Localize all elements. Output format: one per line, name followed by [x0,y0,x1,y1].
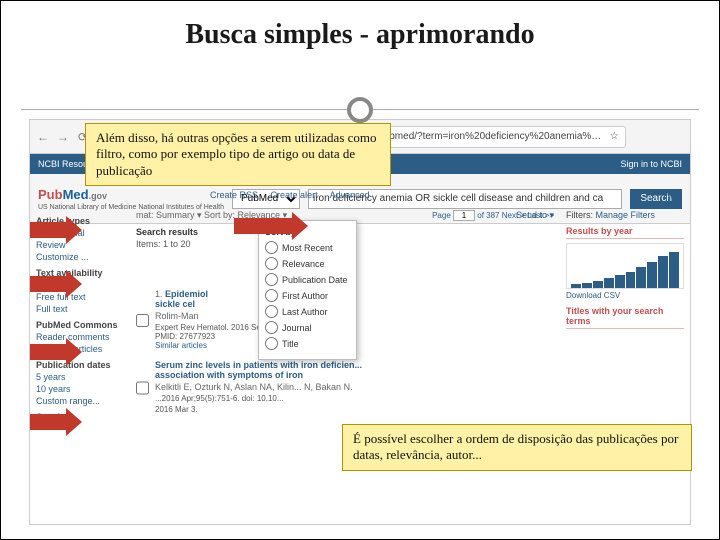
logo-med: Med [63,187,89,202]
result-2: Serum zinc levels in patients with iron … [136,360,554,414]
link-create-rss[interactable]: Create RSS [210,190,258,200]
year-histogram[interactable] [566,243,684,289]
filters-label: Filters: [566,210,593,220]
sort-last-author[interactable]: Last Author [265,305,348,318]
results-center: mat: Summary ▾ Sort by: Relevance ▾ Send… [130,206,560,524]
titles-with-terms-heading: Titles with your search terms [566,306,684,329]
link-create-alert[interactable]: Create alert [271,190,318,200]
result-number: 1. [155,289,163,299]
sort-most-recent[interactable]: Most Recent [265,241,348,254]
slide-title: Busca simples - aprimorando [1,1,719,57]
pager-total: of 387 [477,211,499,220]
filter-full-text[interactable]: Full text [36,304,124,314]
star-icon[interactable]: ☆ [610,131,619,142]
arrow-icon [29,338,82,366]
arrow-icon [234,212,308,240]
pager-label: Page [432,211,451,220]
filter-heading-pubmed-commons: PubMed Commons [36,320,124,330]
sort-publication-date[interactable]: Publication Date [265,273,348,286]
sort-first-author[interactable]: First Author [265,289,348,302]
result-citation2: 2016 Mar 3. [155,405,554,414]
search-sublinks: Create RSS Create alert Advanced [210,190,380,200]
callout-sort: É possível escolher a ordem de disposiçã… [342,424,692,471]
pager-last[interactable]: Last >> [527,211,554,220]
link-advanced[interactable]: Advanced [330,190,370,200]
result-checkbox[interactable] [136,362,149,414]
result-citation: ...2016 Apr;95(5):751-6. doi: 10.10... [155,394,554,403]
title-ornament [347,97,373,123]
result-subtitle[interactable]: association with symptoms of iron [155,370,554,380]
arrow-icon [29,216,82,244]
filter-5-years[interactable]: 5 years [36,372,124,382]
results-body: Article types Clinical Trial Review Cust… [30,206,690,524]
manage-filters-link[interactable]: Manage Filters [596,210,656,220]
download-csv-link[interactable]: Download CSV [566,291,684,300]
arrow-icon [29,270,82,298]
sort-title[interactable]: Title [265,337,348,350]
pager: Page of 387 Next > Last >> [432,210,554,221]
link-help[interactable]: Help [663,190,682,200]
result-title[interactable]: Serum zinc levels in patients with iron … [155,360,554,370]
filter-customize[interactable]: Customize ... [36,252,124,262]
sort-journal[interactable]: Journal [265,321,348,334]
sort-relevance[interactable]: Relevance [265,257,348,270]
forward-icon[interactable]: → [56,130,70,144]
pager-next[interactable]: Next > [502,211,525,220]
ncbi-signin[interactable]: Sign in to NCBI [620,159,682,169]
result-checkbox[interactable] [136,291,149,350]
callout-filters: Além disso, há outras opções a serem uti… [85,123,391,186]
sort-popup: Sort by Most Recent Relevance Publicatio… [258,220,357,360]
arrow-icon [29,408,82,436]
logo-gov: .gov [89,191,108,201]
pager-current[interactable] [453,210,475,221]
logo-pub: Pub [38,187,63,202]
result-title[interactable]: Epidemiol [165,289,208,299]
back-icon[interactable]: ← [36,130,50,144]
result-authors: Kelkitli E, Ozturk N, Aslan NA, Kilin...… [155,382,554,392]
right-sidebar: Filters: Manage Filters Results by year … [560,206,690,524]
filter-10-years[interactable]: 10 years [36,384,124,394]
filter-custom-range[interactable]: Custom range... [36,396,124,406]
results-by-year-heading: Results by year [566,226,684,239]
